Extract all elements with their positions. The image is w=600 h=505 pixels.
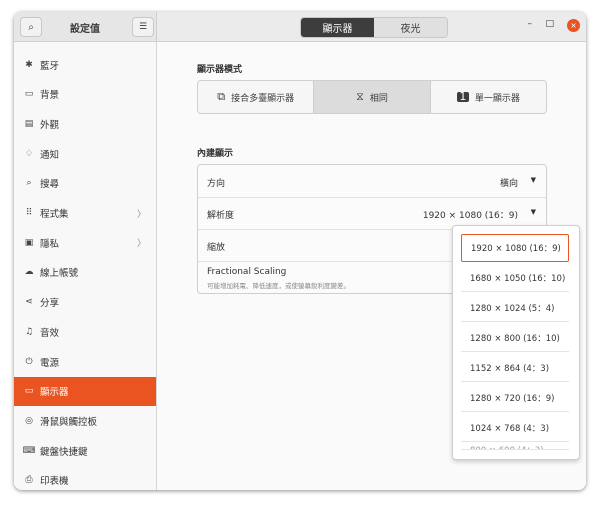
close-button[interactable]: × (567, 19, 580, 32)
resolution-option[interactable]: 1280 × 800 (16：10) (461, 324, 569, 352)
resolution-option[interactable]: 1920 × 1080 (16：9) (461, 234, 569, 262)
menu-button[interactable]: ☰ (132, 17, 154, 37)
single-display-icon: 1 (456, 91, 469, 102)
close-icon: × (570, 21, 577, 30)
chevron-right-icon: 〉 (136, 209, 146, 220)
resolution-option[interactable]: 1152 × 864 (4：3) (461, 354, 569, 382)
search-icon: ⌕ (26, 178, 32, 189)
scale-label: 縮放 (207, 243, 226, 253)
resolution-option[interactable]: 1680 × 1050 (16：10) (461, 264, 569, 292)
tab-switcher: 顯示器 夜光 (300, 17, 448, 38)
sidebar-item[interactable]: ⠿ 程式集 〉 (14, 199, 156, 228)
sidebar-item-label: 電源 (40, 357, 60, 369)
orientation-row[interactable]: 方向 橫向 ▼ (198, 165, 546, 198)
search-button[interactable]: ⌕ (20, 17, 42, 37)
sidebar-item[interactable]: ♢ 通知 (14, 139, 156, 168)
mouse-icon: ◎ (25, 415, 33, 426)
sidebar-item[interactable]: ⌨ 鍵盤快捷鍵 (14, 436, 156, 465)
mode-join-displays[interactable]: ⧉ 接合多臺顯示器 (198, 81, 315, 113)
builtin-display-title: 內建顯示 (197, 149, 234, 159)
mode-label: 接合多臺顯示器 (231, 93, 295, 104)
apps-grid-icon: ⠿ (25, 208, 33, 218)
sidebar-item[interactable]: ☁ 線上帳號 (14, 258, 156, 287)
mode-mirror[interactable]: ⧖ 相同 (314, 81, 431, 113)
search-icon: ⌕ (28, 21, 34, 33)
chevron-right-icon: 〉 (136, 239, 146, 250)
mode-label: 單一顯示器 (474, 93, 520, 104)
sidebar-item[interactable]: ♫ 音效 (14, 317, 156, 346)
sidebar-item[interactable]: ⋖ 分享 (14, 288, 156, 317)
sidebar-item-label: 顯示器 (40, 387, 69, 399)
sidebar-item[interactable]: ⏻ 電源 (14, 347, 156, 376)
background-icon: ▭ (24, 89, 34, 100)
sidebar-item-label: 外觀 (40, 119, 60, 131)
orientation-label: 方向 (207, 179, 226, 189)
mode-label: 相同 (369, 93, 388, 104)
sidebar-item[interactable]: ▭ 背景 (14, 80, 156, 109)
sidebar-item-label: 音效 (40, 327, 60, 339)
join-displays-icon: ⧉ (217, 90, 226, 103)
mode-single-display[interactable]: 1 單一顯示器 (431, 81, 546, 113)
sidebar: ✱ 藍牙 ▭ 背景 ▤ 外觀 ♢ 通知 ⌕ 搜尋 ⠿ 程式集〉 ▣ 隱私〉 ☁ 線上帳號 ⋖ 分享 ♫ 音效 ⏻ 電源 ▭ 顯… (14, 42, 157, 490)
bluetooth-icon: ✱ (25, 59, 33, 70)
sidebar-item[interactable]: ✱ 藍牙 (14, 50, 156, 79)
header-bar: 顯示器 夜光 – □ × (157, 12, 586, 42)
fractional-scaling-description: 可能增加耗電、降低速度，或使螢幕銳利度變差。 (207, 282, 350, 290)
sidebar-item[interactable]: ▣ 隱私 〉 (14, 228, 156, 257)
resolution-option[interactable]: 1024 × 768 (4：3) (461, 414, 569, 442)
hamburger-menu-icon: ☰ (138, 22, 148, 32)
settings-title: 設定值 (70, 24, 100, 35)
music-note-icon: ♫ (24, 326, 34, 337)
sidebar-item-label: 線上帳號 (40, 268, 79, 280)
sidebar-header: ⌕ 設定值 ☰ (14, 12, 157, 42)
tab-displays[interactable]: 顯示器 (301, 18, 374, 37)
resolution-popover: 1920 × 1080 (16：9) 1680 × 1050 (16：10) 128… (452, 225, 580, 460)
settings-window: ⌕ 設定值 ☰ 顯示器 夜光 – □ × ✱ 藍牙 ▭ 背景 ▤ 外觀 ♢ 通知 ⌕ 搜尋 ⠿ 程式集… (14, 12, 586, 490)
sidebar-item[interactable]: ◎ 滑鼠與觸控板 (14, 406, 156, 435)
appearance-icon: ▤ (24, 118, 34, 129)
bell-icon: ♢ (24, 148, 34, 159)
fractional-scaling-label: Fractional Scaling (207, 267, 287, 277)
resolution-label: 解析度 (207, 211, 235, 221)
sidebar-item[interactable]: ▤ 外觀 (14, 109, 156, 138)
resolution-option[interactable]: 800 × 600 (4：3) (461, 444, 569, 450)
tab-night-light[interactable]: 夜光 (374, 18, 447, 37)
resolution-option[interactable]: 1280 × 1024 (5：4) (461, 294, 569, 322)
resolution-value: 1920 × 1080 (16：9) (422, 211, 518, 221)
lock-icon: ▣ (24, 237, 34, 248)
printer-icon: ⎙ (25, 475, 33, 486)
orientation-value: 橫向 (499, 179, 518, 189)
dropdown-arrow-icon: ▼ (530, 176, 536, 184)
sidebar-item[interactable]: ⌕ 搜尋 (14, 169, 156, 198)
sidebar-item-label: 搜尋 (40, 179, 60, 191)
mirror-icon: ⧖ (356, 90, 364, 103)
keyboard-icon: ⌨ (22, 445, 36, 456)
resolution-option[interactable]: 1280 × 720 (16：9) (461, 384, 569, 412)
dropdown-arrow-icon: ▼ (530, 208, 536, 216)
sidebar-item-label: 印表機 (40, 476, 69, 488)
share-icon: ⋖ (25, 297, 33, 308)
sidebar-item-label: 鍵盤快捷鍵 (40, 446, 88, 458)
maximize-icon[interactable]: □ (545, 19, 554, 29)
sidebar-item[interactable]: ⎙ 印表機 (14, 466, 156, 490)
display-mode-selector: ⧉ 接合多臺顯示器 ⧖ 相同 1 單一顯示器 (197, 80, 547, 114)
sidebar-item-label: 分享 (40, 298, 60, 310)
sidebar-item-label: 程式集 (40, 209, 69, 220)
minimize-icon[interactable]: – (528, 19, 533, 29)
sidebar-item-label: 滑鼠與觸控板 (40, 416, 98, 428)
power-icon: ⏻ (25, 356, 33, 367)
sidebar-item-label: 背景 (40, 90, 60, 102)
sidebar-item-label: 通知 (40, 149, 60, 161)
sidebar-item-label: 藍牙 (40, 60, 60, 72)
display-mode-title: 顯示器模式 (197, 65, 243, 75)
sidebar-item[interactable]: ▭ 顯示器 (14, 376, 156, 406)
sidebar-item-label: 隱私 (40, 238, 60, 250)
display-icon: ▭ (24, 386, 34, 397)
cloud-icon: ☁ (24, 267, 34, 278)
